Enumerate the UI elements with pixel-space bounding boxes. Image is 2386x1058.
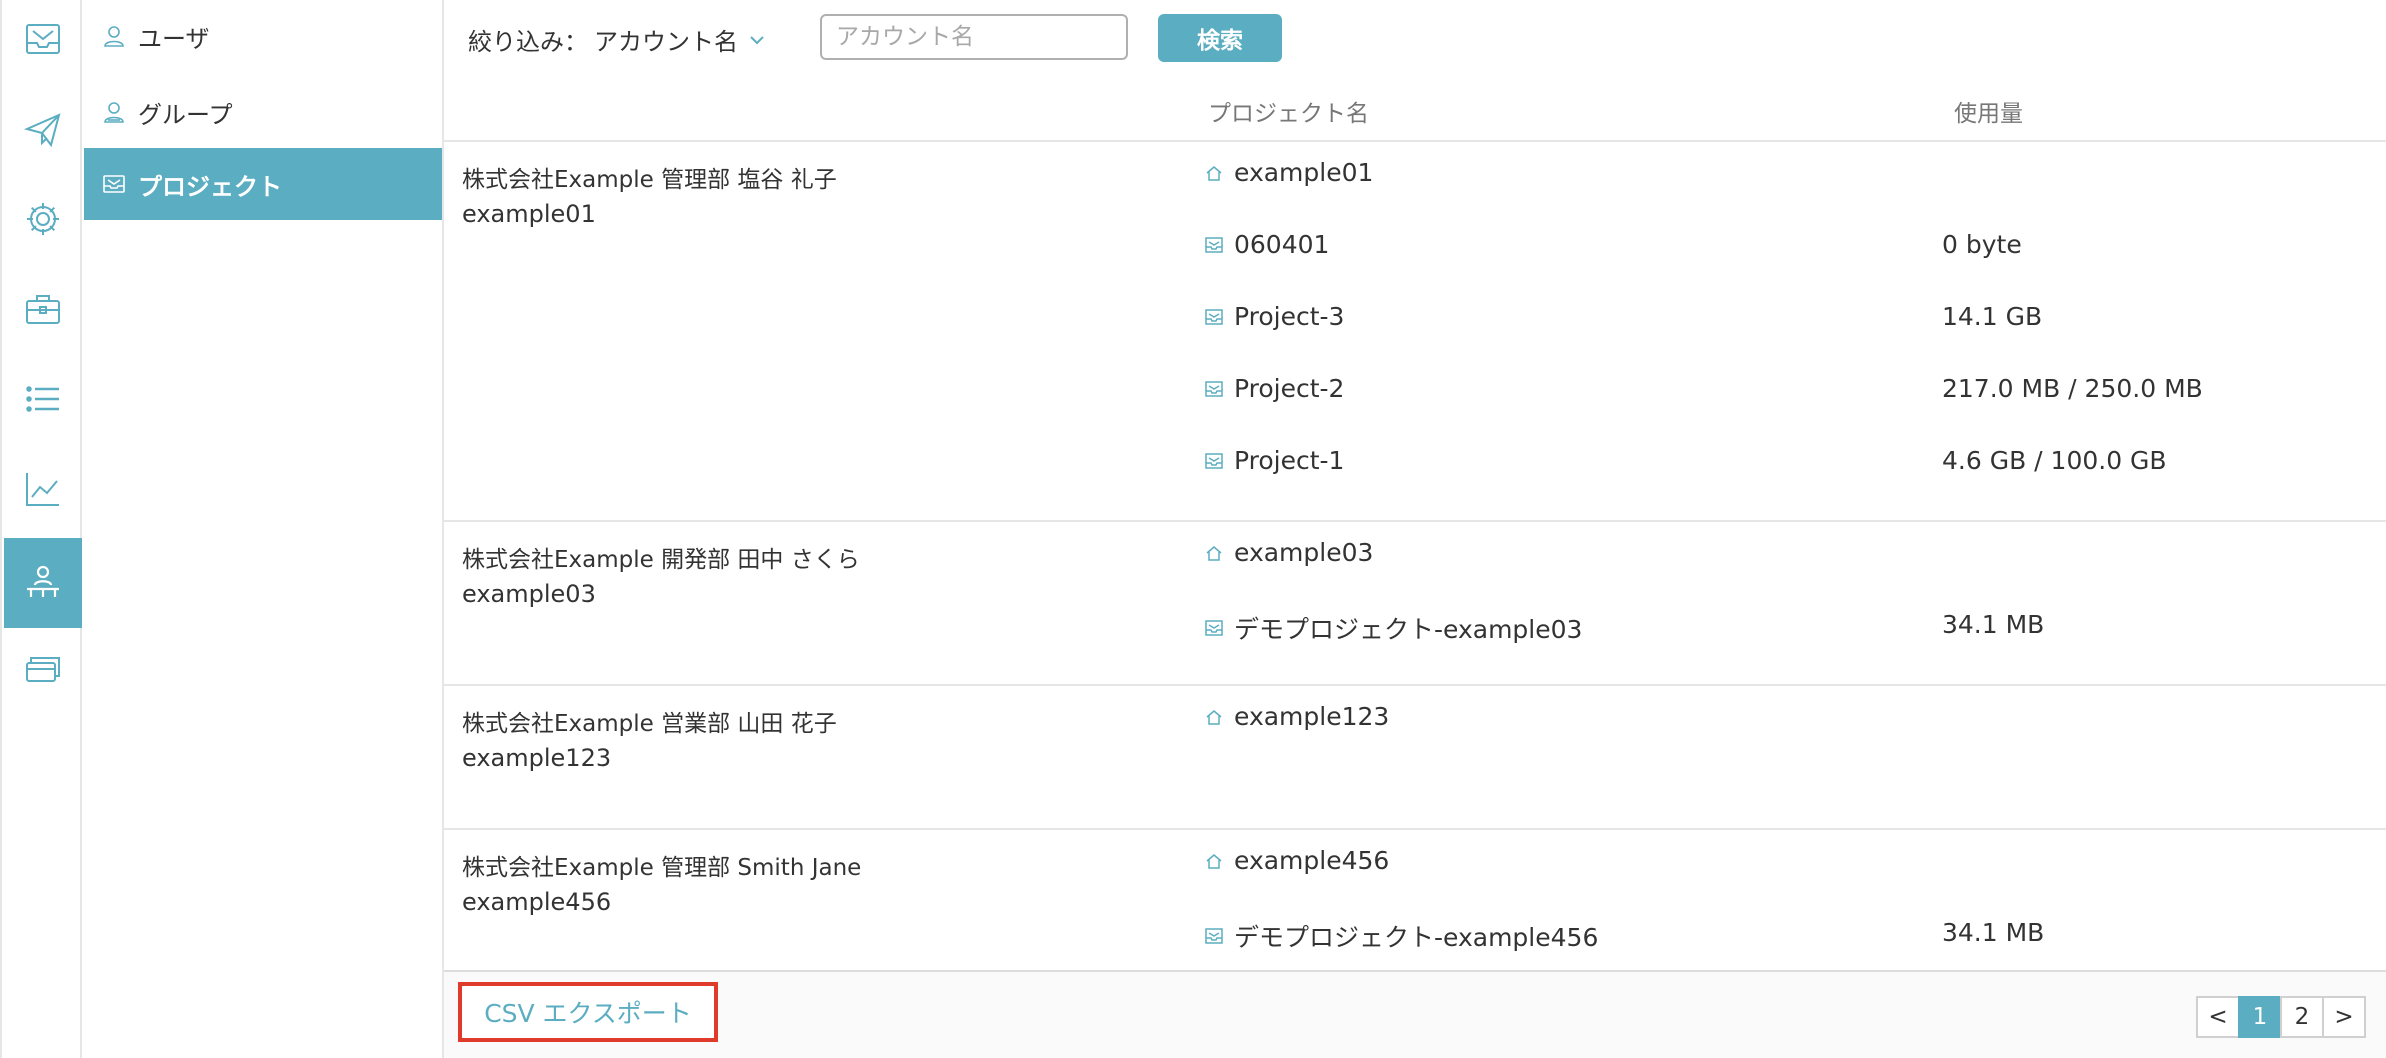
pagination-page-1[interactable]: 1 xyxy=(2238,996,2282,1038)
user-full-name: 株式会社Example 開発部 田中 さくら xyxy=(462,547,860,573)
line-chart-icon xyxy=(26,473,59,506)
rail-item-toolbox[interactable] xyxy=(4,264,82,354)
user-full-name: 株式会社Example 管理部 塩谷 礼子 xyxy=(462,167,837,193)
rail-item-billing[interactable] xyxy=(4,624,82,714)
table-footer: CSV エクスポート < 1 2 > xyxy=(444,970,2386,1058)
csv-export-button[interactable]: CSV エクスポート xyxy=(458,982,718,1042)
project-name: example123 xyxy=(1234,702,1390,731)
pagination: < 1 2 > xyxy=(2196,996,2366,1038)
project-icon xyxy=(1205,236,1223,253)
project-name: example456 xyxy=(1234,846,1390,875)
usage-value: 4.6 GB / 100.0 GB xyxy=(1942,446,2167,475)
project-link[interactable]: デモプロジェクト-example456 xyxy=(1204,918,1598,954)
account-name: example123 xyxy=(462,744,612,772)
project-name: デモプロジェクト-example456 xyxy=(1234,923,1599,952)
project-name: example01 xyxy=(1234,158,1374,187)
filter-field-value: アカウント名 xyxy=(594,28,738,56)
project-name: 060401 xyxy=(1234,230,1330,259)
rail-item-send[interactable] xyxy=(4,84,82,174)
usage-value: 217.0 MB / 250.0 MB xyxy=(1942,374,2203,403)
project-link[interactable]: example123 xyxy=(1204,702,1389,731)
project-name: Project-1 xyxy=(1234,446,1345,475)
home-icon xyxy=(1206,709,1222,725)
org-chart-icon xyxy=(27,565,59,597)
project-link[interactable]: Project-3 xyxy=(1204,302,1344,331)
project-link[interactable]: example456 xyxy=(1204,846,1389,875)
subnav-item-users[interactable]: ユーザ xyxy=(84,0,442,72)
table-row-group: 株式会社Example 管理部 塩谷 礼子 example01 example0… xyxy=(444,142,2386,522)
project-name: example03 xyxy=(1234,538,1374,567)
project-link[interactable]: Project-1 xyxy=(1204,446,1344,475)
cards-icon xyxy=(26,657,60,682)
user-full-name: 株式会社Example 営業部 山田 花子 xyxy=(462,711,837,737)
rail-item-organization[interactable] xyxy=(4,538,82,628)
table-row-group: 株式会社Example 営業部 山田 花子 example123 example… xyxy=(444,686,2386,830)
account-name: example01 xyxy=(462,200,596,228)
gear-icon xyxy=(27,203,59,235)
project-icon xyxy=(1205,308,1223,325)
account-name: example03 xyxy=(462,580,596,608)
account-name: example456 xyxy=(462,888,612,916)
project-link[interactable]: example01 xyxy=(1204,158,1373,187)
usage-value: 34.1 MB xyxy=(1942,918,2045,947)
subnav-item-label: ユーザ xyxy=(138,24,210,53)
main-content: 絞り込み： アカウント名 検索 プロジェクト名 使用量 株式会社Example … xyxy=(444,0,2386,1058)
project-icon xyxy=(103,175,125,193)
sub-navigation: ユーザ グループ プロジェクト xyxy=(84,0,444,1058)
filter-label: 絞り込み： xyxy=(468,28,588,56)
usage-value: 0 byte xyxy=(1942,230,2022,259)
filter-bar: 絞り込み： アカウント名 検索 xyxy=(444,0,2386,76)
column-header-project-name: プロジェクト名 xyxy=(1208,101,1369,127)
subnav-item-projects[interactable]: プロジェクト xyxy=(84,148,442,220)
table-row-group: 株式会社Example 開発部 田中 さくら example03 example… xyxy=(444,522,2386,686)
project-icon xyxy=(1205,928,1223,944)
subnav-item-label: プロジェクト xyxy=(138,172,282,201)
rail-item-inbox[interactable] xyxy=(4,0,82,84)
pagination-page-2[interactable]: 2 xyxy=(2280,996,2324,1038)
icon-rail xyxy=(0,0,82,1058)
toolbox-icon xyxy=(26,295,60,324)
rail-item-analytics[interactable] xyxy=(4,444,82,534)
project-name: Project-2 xyxy=(1234,374,1345,403)
project-icon xyxy=(1205,452,1223,469)
paper-plane-icon xyxy=(23,113,61,148)
home-icon xyxy=(1206,545,1222,561)
project-table-body: 株式会社Example 管理部 塩谷 礼子 example01 example0… xyxy=(444,142,2386,970)
subnav-item-label: グループ xyxy=(138,100,233,129)
rail-item-list[interactable] xyxy=(4,354,82,444)
project-link[interactable]: Project-2 xyxy=(1204,374,1344,403)
group-icon xyxy=(104,102,124,123)
usage-value: 34.1 MB xyxy=(1942,610,2045,639)
project-link[interactable]: example03 xyxy=(1204,538,1373,567)
table-header: プロジェクト名 使用量 xyxy=(444,76,2386,142)
user-icon xyxy=(104,26,124,47)
rail-item-settings[interactable] xyxy=(4,174,82,264)
account-name-search-input[interactable] xyxy=(820,14,1128,60)
subnav-item-groups[interactable]: グループ xyxy=(84,76,442,148)
pagination-prev-button[interactable]: < xyxy=(2196,996,2240,1038)
user-full-name: 株式会社Example 管理部 Smith Jane xyxy=(462,855,862,881)
home-icon xyxy=(1206,853,1222,869)
project-name: Project-3 xyxy=(1234,302,1345,331)
project-link[interactable]: 060401 xyxy=(1204,230,1329,259)
project-link[interactable]: デモプロジェクト-example03 xyxy=(1204,610,1582,646)
column-header-usage: 使用量 xyxy=(1954,101,2023,127)
usage-value: 14.1 GB xyxy=(1942,302,2043,331)
chevron-down-icon xyxy=(750,35,764,44)
project-icon xyxy=(1205,620,1223,636)
list-icon xyxy=(26,386,59,412)
pagination-next-button[interactable]: > xyxy=(2322,996,2366,1038)
inbox-icon xyxy=(26,24,60,54)
search-button[interactable]: 検索 xyxy=(1158,14,1282,62)
table-row-group: 株式会社Example 管理部 Smith Jane example456 ex… xyxy=(444,830,2386,970)
project-icon xyxy=(1205,380,1223,397)
project-name: デモプロジェクト-example03 xyxy=(1234,615,1583,644)
filter-field-select[interactable]: アカウント名 xyxy=(594,22,766,57)
home-icon xyxy=(1206,165,1222,181)
